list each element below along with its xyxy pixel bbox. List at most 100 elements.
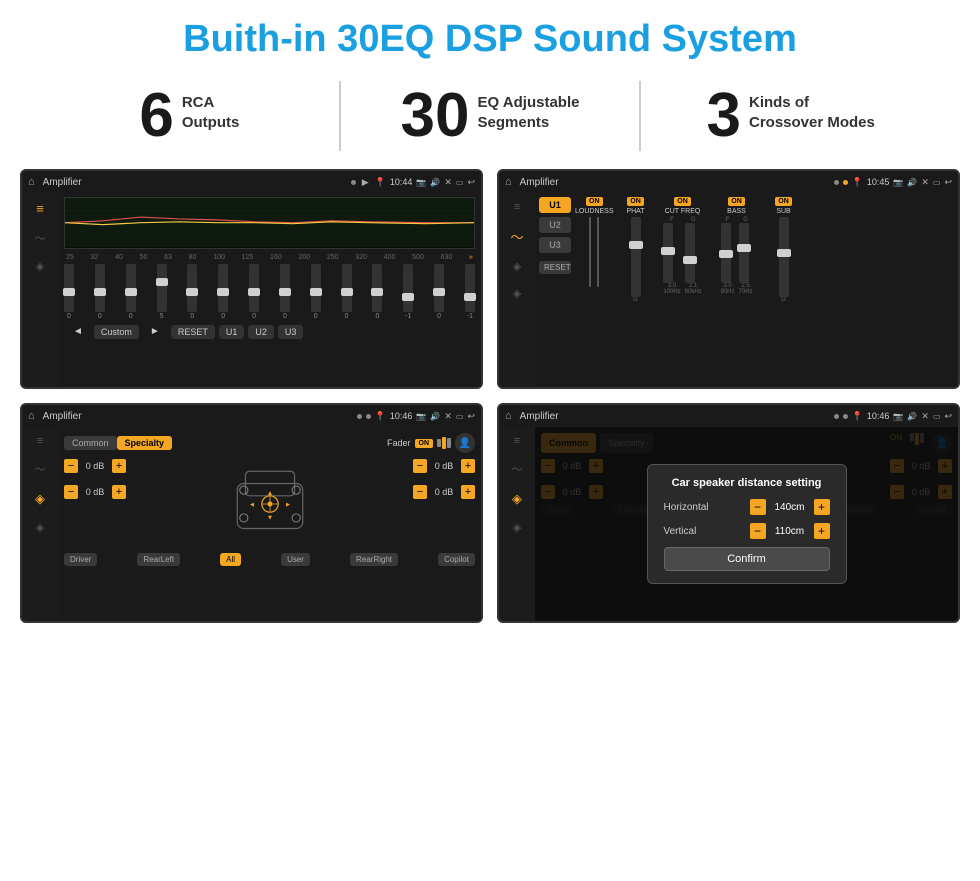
wave-icon-3[interactable]: 〜 — [35, 461, 46, 477]
btn-driver-3[interactable]: Driver — [64, 553, 97, 566]
eq-icon-2[interactable]: ≡ — [514, 201, 520, 213]
s3-plus-2[interactable]: + — [112, 485, 126, 499]
svg-text:◄: ◄ — [248, 501, 254, 508]
vertical-plus-btn[interactable]: + — [814, 523, 830, 539]
eq-u2-btn[interactable]: U2 — [248, 325, 274, 339]
extra-icon-3[interactable]: ◈ — [36, 521, 44, 534]
eq-slider-7: 0 — [249, 264, 259, 320]
eq-reset-btn[interactable]: RESET — [171, 325, 215, 339]
s3-plus-1[interactable]: + — [112, 459, 126, 473]
dialog-vertical-row: Vertical − 110cm + — [664, 523, 830, 539]
home-icon-2[interactable]: ⌂ — [505, 176, 512, 188]
back-icon[interactable]: ↩ — [467, 177, 475, 188]
screen1-topbar: ⌂ Amplifier ▶ 📍 10:44 📷 🔊 ✕ ▭ ↩ — [22, 171, 481, 193]
wave-icon[interactable]: 〜 — [35, 230, 46, 246]
bass-slider-g[interactable] — [739, 223, 749, 283]
cutfreq-slider-g[interactable] — [685, 223, 695, 283]
confirm-button[interactable]: Confirm — [664, 547, 830, 571]
bass-slider-f[interactable] — [721, 223, 731, 283]
s3-db-row-3: − 0 dB + — [413, 459, 475, 473]
amp-presets: U1 U2 U3 RESET — [539, 197, 571, 383]
wave-icon-2[interactable]: 〜 — [510, 227, 523, 246]
s3-minus-1[interactable]: − — [64, 459, 78, 473]
btn-rearleft-3[interactable]: RearLeft — [137, 553, 180, 566]
stat-rca-number: 6 — [139, 85, 173, 147]
horizontal-minus-btn[interactable]: − — [750, 499, 766, 515]
speaker-icon-3[interactable]: ◈ — [35, 491, 45, 507]
horizontal-value: 140cm — [770, 502, 810, 513]
amp-reset-btn[interactable]: RESET — [539, 261, 571, 274]
eq-next-btn[interactable]: ► — [143, 324, 167, 339]
s3-minus-3[interactable]: − — [413, 459, 427, 473]
home-icon[interactable]: ⌂ — [28, 176, 35, 188]
tab-specialty-3[interactable]: Specialty — [117, 436, 173, 450]
cutfreq-slider-f[interactable] — [663, 223, 673, 283]
btn-copilot-3[interactable]: Copilot — [438, 553, 475, 566]
eq-u3-btn[interactable]: U3 — [278, 325, 304, 339]
tab-common-3[interactable]: Common — [64, 436, 117, 450]
phat-slider[interactable] — [631, 217, 641, 297]
loudness-label: LOUDNESS — [575, 208, 614, 215]
home-icon-4[interactable]: ⌂ — [505, 410, 512, 422]
home-icon-3[interactable]: ⌂ — [28, 410, 35, 422]
eq-icon-3[interactable]: ≡ — [37, 435, 43, 447]
screen3-topbar: ⌂ Amplifier 📍 10:46 📷 🔊 ✕ ▭ ↩ — [22, 405, 481, 427]
preset-u1[interactable]: U1 — [539, 197, 571, 213]
distance-dialog: Car speaker distance setting Horizontal … — [647, 464, 847, 584]
extra-icon-4[interactable]: ◈ — [513, 521, 521, 534]
status-dot-3b — [366, 414, 371, 419]
eq-icon-4[interactable]: ≡ — [514, 435, 520, 447]
preset-u3[interactable]: U3 — [539, 237, 571, 253]
btn-all-3[interactable]: All — [220, 553, 241, 566]
eq-freq-labels: 25 32 40 50 63 80 100 125 160 200 250 32… — [64, 253, 475, 262]
eq-preset-custom[interactable]: Custom — [94, 325, 139, 339]
eq-sliders-row: 0 0 0 5 0 — [64, 262, 475, 322]
eq-bottom-bar: ◄ Custom ► RESET U1 U2 U3 — [64, 322, 475, 341]
stat-eq-text: EQ AdjustableSegments — [478, 85, 580, 132]
screen2-left-panel: ≡ 〜 ◈ ◈ — [499, 193, 535, 387]
cam-icon-4: 📷 — [893, 412, 903, 421]
svg-text:▼: ▼ — [266, 515, 272, 522]
speaker-icon[interactable]: ◈ — [36, 260, 44, 273]
stat-eq-number: 30 — [401, 85, 470, 147]
s3-minus-2[interactable]: − — [64, 485, 78, 499]
screen4-left-panel: ≡ 〜 ◈ ◈ — [499, 427, 535, 621]
eq-slider-10: 0 — [342, 264, 352, 320]
s3-plus-3[interactable]: + — [461, 459, 475, 473]
stats-row: 6 RCAOutputs 30 EQ AdjustableSegments 3 … — [0, 71, 980, 165]
phat-val: G — [633, 297, 638, 303]
sub-slider[interactable] — [779, 217, 789, 297]
screen3-content: − 0 dB + − 0 dB + — [64, 459, 475, 549]
status-dot-3a — [357, 414, 362, 419]
svg-text:►: ► — [284, 501, 290, 508]
preset-u2[interactable]: U2 — [539, 217, 571, 233]
eq-slider-11: 0 — [372, 264, 382, 320]
phat-on: ON — [627, 197, 644, 206]
eq-icon[interactable]: ≡ — [36, 201, 44, 216]
wave-icon-4[interactable]: 〜 — [512, 461, 523, 477]
btn-user-3[interactable]: User — [281, 553, 310, 566]
dialog-horizontal-label: Horizontal — [664, 502, 709, 513]
eq-graph — [64, 197, 475, 249]
vertical-minus-btn[interactable]: − — [750, 523, 766, 539]
close-icon: ✕ — [444, 177, 452, 188]
s3-plus-4[interactable]: + — [461, 485, 475, 499]
eq-u1-btn[interactable]: U1 — [219, 325, 245, 339]
amp-controls: ON LOUDNESS ON PHAT G — [575, 197, 954, 383]
horizontal-plus-btn[interactable]: + — [814, 499, 830, 515]
phat-label: PHAT — [626, 208, 644, 215]
speaker-icon-4[interactable]: ◈ — [512, 491, 522, 507]
cam-icon-2: 📷 — [893, 178, 903, 187]
speaker-icon-2[interactable]: ◈ — [513, 260, 521, 273]
pin-icon-3: 📍 — [375, 411, 386, 422]
back-icon-4[interactable]: ↩ — [944, 411, 952, 422]
s3-minus-4[interactable]: − — [413, 485, 427, 499]
back-icon-3[interactable]: ↩ — [467, 411, 475, 422]
eq-prev-btn[interactable]: ◄ — [66, 324, 90, 339]
status-dot-2b — [843, 180, 848, 185]
btn-rearright-3[interactable]: RearRight — [350, 553, 398, 566]
back-icon-2[interactable]: ↩ — [944, 177, 952, 188]
user-avatar-3[interactable]: 👤 — [455, 433, 475, 453]
extra-icon-2[interactable]: ◈ — [513, 287, 521, 300]
eq-slider-12: -1 — [403, 264, 413, 320]
